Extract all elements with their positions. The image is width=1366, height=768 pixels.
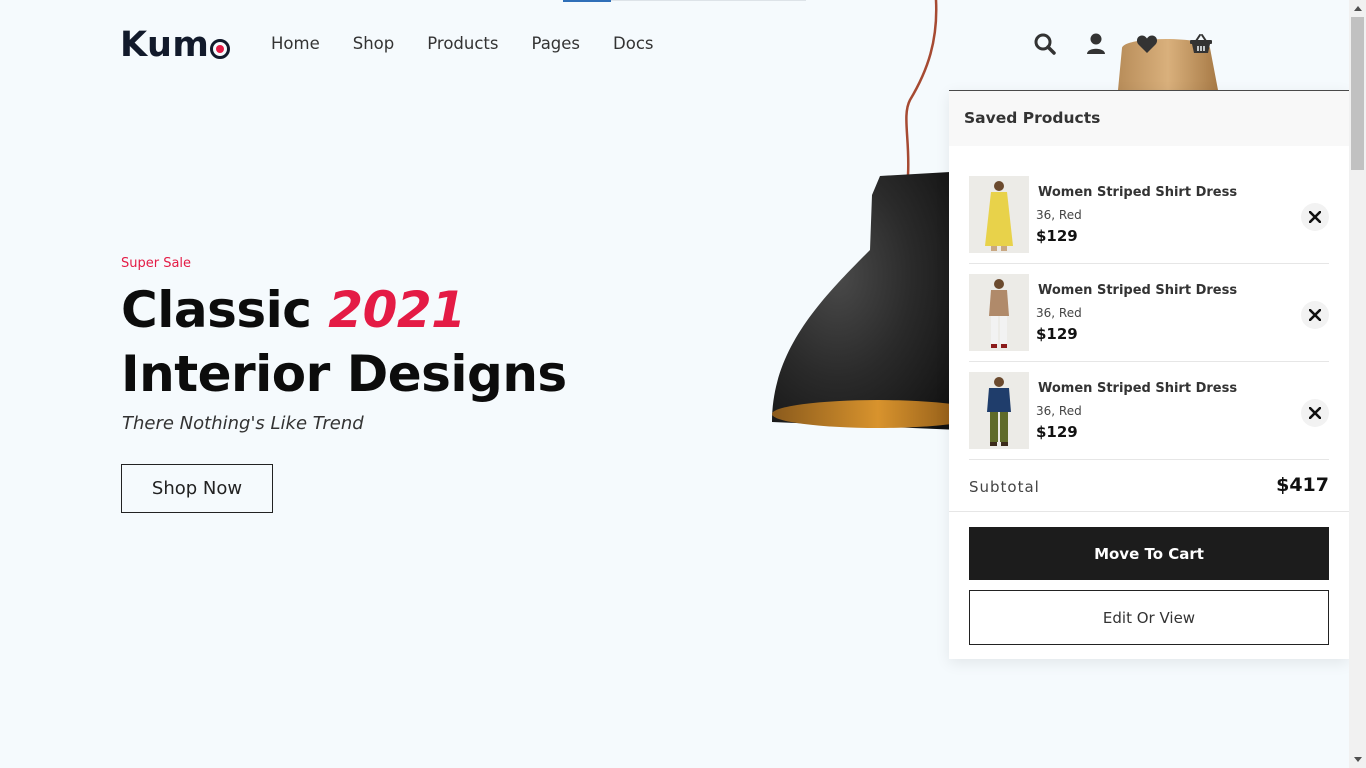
saved-item[interactable]: Women Striped Shirt Dress 36, Red $129 <box>969 264 1329 362</box>
basket-icon[interactable] <box>1189 32 1213 56</box>
item-name[interactable]: Women Striped Shirt Dress <box>1038 381 1237 396</box>
product-thumbnail[interactable] <box>969 372 1029 449</box>
remove-item-button[interactable] <box>1301 301 1329 329</box>
heart-icon[interactable] <box>1135 32 1159 56</box>
main-nav: Home Shop Products Pages Docs <box>271 34 654 53</box>
subtotal-value: $417 <box>1276 474 1329 496</box>
page-scrollbar[interactable] <box>1349 0 1366 768</box>
remove-item-button[interactable] <box>1301 399 1329 427</box>
saved-item[interactable]: Women Striped Shirt Dress 36, Red $129 <box>969 166 1329 264</box>
subtotal-row: Subtotal $417 <box>969 474 1329 500</box>
headline-part-1: Classic <box>121 281 329 339</box>
logo-text: Kum <box>120 25 210 65</box>
item-variant: 36, Red <box>1036 306 1082 320</box>
panel-title: Saved Products <box>964 109 1101 127</box>
logo[interactable]: Kum <box>120 25 231 65</box>
nav-pages[interactable]: Pages <box>531 34 580 53</box>
item-price: $129 <box>1036 423 1078 441</box>
headline-part-2: Interior Designs <box>121 345 567 403</box>
nav-home[interactable]: Home <box>271 34 320 53</box>
hero-eyebrow: Super Sale <box>121 256 192 271</box>
top-progress <box>563 0 611 2</box>
user-icon[interactable] <box>1084 32 1108 56</box>
logo-dot-icon <box>210 38 231 59</box>
remove-item-button[interactable] <box>1301 203 1329 231</box>
scroll-thumb[interactable] <box>1351 17 1364 170</box>
lamp-image <box>772 0 960 430</box>
scroll-up-icon[interactable] <box>1349 0 1366 17</box>
item-variant: 36, Red <box>1036 404 1082 418</box>
nav-docs[interactable]: Docs <box>613 34 653 53</box>
edit-or-view-button[interactable]: Edit Or View <box>969 590 1329 645</box>
product-thumbnail[interactable] <box>969 176 1029 253</box>
nav-shop[interactable]: Shop <box>353 34 395 53</box>
headline-accent: 2021 <box>328 281 466 339</box>
shop-now-button[interactable]: Shop Now <box>121 464 273 513</box>
close-icon <box>1309 309 1321 321</box>
page-viewport: Kum Home Shop Products Pages Docs Super … <box>0 0 1349 768</box>
item-name[interactable]: Women Striped Shirt Dress <box>1038 283 1237 298</box>
saved-item[interactable]: Women Striped Shirt Dress 36, Red $129 <box>969 362 1329 460</box>
subtotal-label: Subtotal <box>969 478 1040 496</box>
item-price: $129 <box>1036 325 1078 343</box>
product-thumbnail[interactable] <box>969 274 1029 351</box>
panel-divider <box>949 511 1349 512</box>
search-icon[interactable] <box>1033 32 1057 56</box>
close-icon <box>1309 211 1321 223</box>
close-icon <box>1309 407 1321 419</box>
hero-tagline: There Nothing's Like Trend <box>122 413 364 434</box>
nav-products[interactable]: Products <box>427 34 498 53</box>
item-price: $129 <box>1036 227 1078 245</box>
saved-items-list: Women Striped Shirt Dress 36, Red $129 W… <box>949 146 1349 460</box>
hero-headline: Classic 2021 Interior Designs <box>121 278 567 406</box>
scroll-down-icon[interactable] <box>1349 751 1366 768</box>
panel-header: Saved Products <box>949 91 1349 146</box>
item-variant: 36, Red <box>1036 208 1082 222</box>
item-name[interactable]: Women Striped Shirt Dress <box>1038 185 1237 200</box>
move-to-cart-button[interactable]: Move To Cart <box>969 527 1329 580</box>
saved-products-panel: Saved Products Women Striped Shirt Dress… <box>949 90 1349 659</box>
